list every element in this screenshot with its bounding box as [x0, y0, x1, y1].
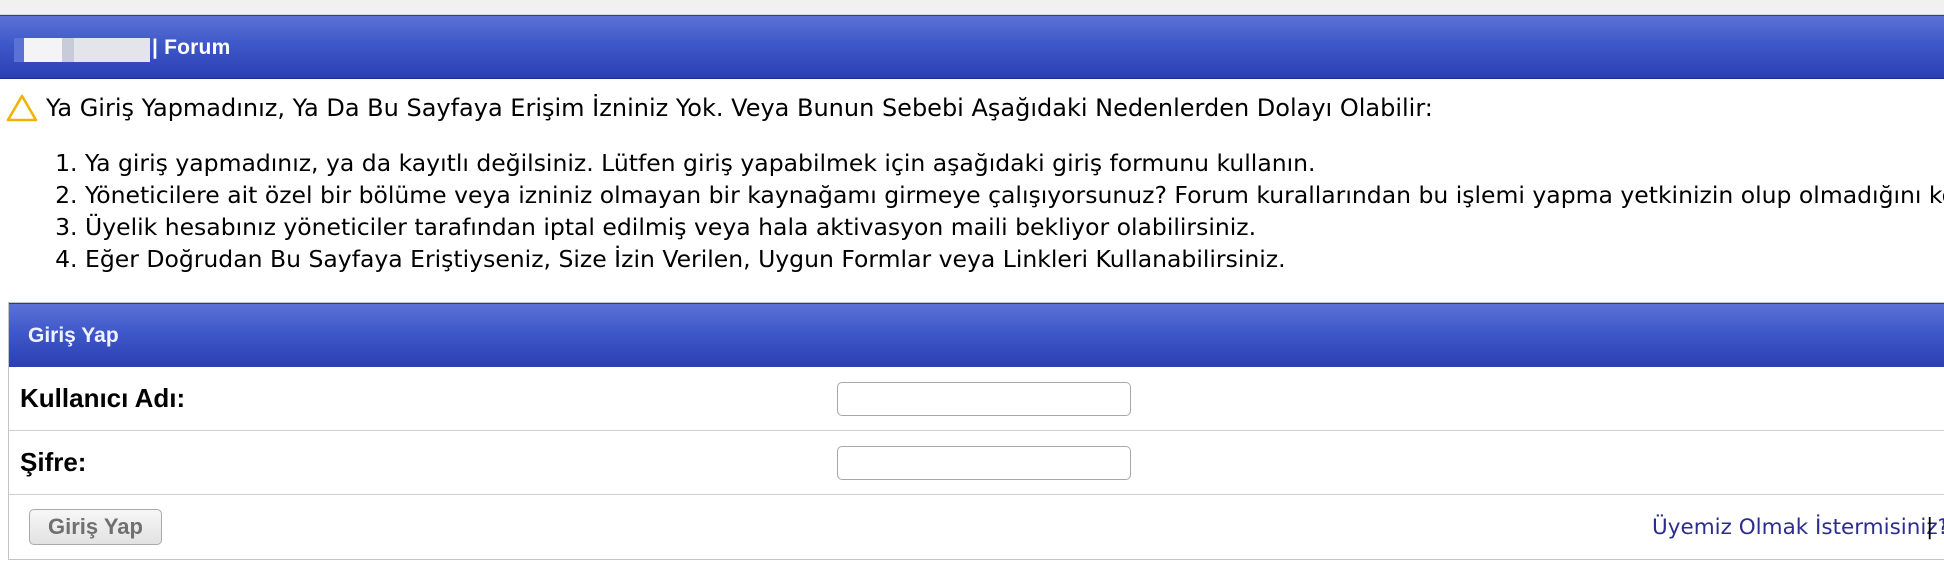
- username-input[interactable]: [837, 382, 1131, 416]
- site-logo[interactable]: [14, 38, 150, 62]
- login-button[interactable]: Giriş Yap: [29, 509, 162, 545]
- username-label: Kullanıcı Adı:: [20, 383, 186, 413]
- actions-row: Giriş Yap Üyemiz Olmak İstermisiniz? | S: [9, 495, 1944, 559]
- reason-item: Ya giriş yapmadınız, ya da kayıtlı değil…: [85, 147, 1944, 179]
- warning-triangle-icon: [6, 92, 38, 124]
- link-separator: |: [1926, 515, 1934, 540]
- reasons-list: Ya giriş yapmadınız, ya da kayıtlı değil…: [56, 147, 1944, 275]
- access-notice: Ya Giriş Yapmadınız, Ya Da Bu Sayfaya Er…: [6, 90, 1433, 126]
- login-title: Giriş Yap: [28, 324, 119, 347]
- reason-item: Yöneticilere ait özel bir bölüme veya iz…: [85, 179, 1944, 211]
- password-input[interactable]: [837, 446, 1131, 480]
- browser-top-strip: [0, 0, 1944, 15]
- reason-item: Eğer Doğrudan Bu Sayfaya Eriştiyseniz, S…: [85, 243, 1944, 275]
- username-row: Kullanıcı Adı:: [9, 367, 1944, 431]
- reason-item: Üyelik hesabınız yöneticiler tarafından …: [85, 211, 1944, 243]
- forum-header-bar: | Forum: [0, 15, 1944, 79]
- login-header: Giriş Yap: [9, 303, 1944, 367]
- password-label: Şifre:: [20, 447, 87, 477]
- header-title: | Forum: [152, 36, 231, 59]
- login-form-box: Giriş Yap Kullanıcı Adı: Şifre: Giriş Ya…: [8, 302, 1944, 560]
- password-row: Şifre:: [9, 431, 1944, 495]
- notice-message: Ya Giriş Yapmadınız, Ya Da Bu Sayfaya Er…: [46, 94, 1433, 122]
- register-link[interactable]: Üyemiz Olmak İstermisiniz?: [1652, 515, 1944, 540]
